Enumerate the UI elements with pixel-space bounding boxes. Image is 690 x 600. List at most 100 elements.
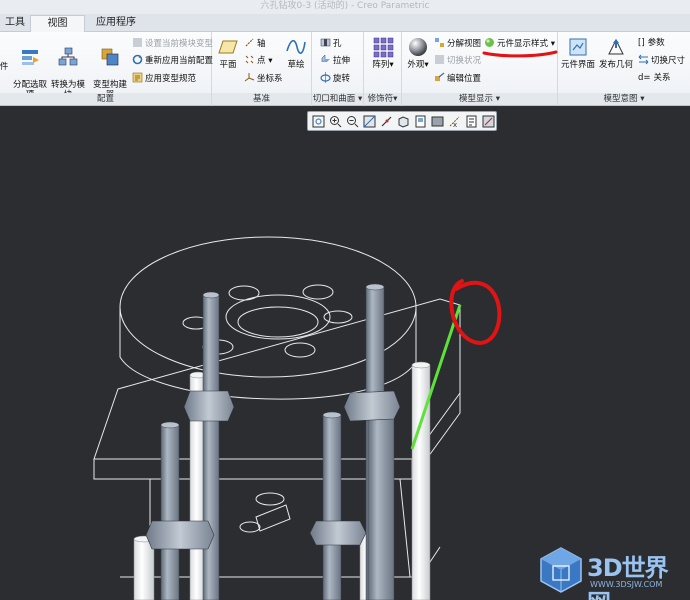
- view-toolbar: x: [307, 111, 497, 131]
- datum-axis-button[interactable]: 轴: [244, 37, 266, 50]
- edit-position-icon: [435, 72, 445, 81]
- tab-applications[interactable]: 应用程序: [85, 15, 147, 32]
- group-model-intent: 元件界面 发布几何 [] 参数 切换尺寸 d= 关系 模型意图 ▾: [558, 32, 690, 106]
- group-intent-text: 模型意图: [603, 94, 638, 104]
- watermark-cube-logo: [540, 547, 582, 593]
- appearance-sphere-icon: [409, 38, 427, 56]
- relations-button[interactable]: d= 关系: [638, 72, 671, 85]
- pattern-label: 阵列: [372, 60, 390, 70]
- datum-axis-label: 轴: [257, 39, 266, 49]
- relations-icon: d=: [638, 73, 651, 83]
- group-intent-label: 模型意图 ▾: [558, 93, 690, 105]
- convert-to-module-button[interactable]: 转换为模 块: [50, 36, 86, 100]
- switch-dimensions-button[interactable]: 切换尺寸: [638, 54, 685, 67]
- datum-display-icon[interactable]: x: [448, 115, 461, 128]
- explode-view-label: 分解视图: [447, 39, 482, 49]
- group-config-label: 配置: [0, 93, 211, 105]
- edit-position-label: 编辑位置: [447, 74, 482, 84]
- saved-views-icon[interactable]: [414, 115, 427, 128]
- extrude-button[interactable]: 拉伸: [320, 54, 350, 67]
- apply-variant-spec-button[interactable]: 应用变型规范: [132, 72, 196, 85]
- zoom-out-icon[interactable]: [346, 115, 359, 128]
- extrude-icon: [321, 54, 330, 62]
- pattern-button[interactable]: 阵列▾: [368, 36, 398, 70]
- reapply-icon: [132, 54, 143, 65]
- group-config: 件 分配选取 项 转换为模 块 变型构建 器 设置当前模块变型 重新应用当前配置…: [0, 32, 213, 106]
- group-modifiers: 阵列▾ 修饰符▾: [364, 32, 402, 106]
- chevron-down-icon: ▾: [393, 94, 398, 104]
- set-module-variant-button[interactable]: 设置当前模块变型: [132, 37, 213, 50]
- datum-plane-label: 平面: [219, 60, 237, 70]
- apply-variant-spec-label: 应用变型规范: [145, 74, 197, 84]
- group-modifiers-text: 修饰符: [367, 94, 394, 104]
- assembly-model-wireframe: [93, 236, 502, 600]
- group-datum: 平面 轴 点 ▾ 坐标系 草绘 基准: [212, 32, 312, 106]
- annotation-display-icon[interactable]: [465, 115, 478, 128]
- repaint-icon[interactable]: [363, 115, 376, 128]
- chevron-down-icon: ▾: [355, 94, 363, 104]
- refit-icon[interactable]: [312, 115, 325, 128]
- svg-text:x: x: [453, 121, 457, 128]
- window-title: 六孔钻攻0-3 (活动的) - Creo Parametric: [0, 0, 690, 14]
- chevron-down-icon: ▾: [389, 60, 394, 70]
- chevron-down-icon: ▾: [493, 94, 500, 104]
- spin-center-toggle-icon[interactable]: [482, 115, 495, 128]
- group-display-text: 模型显示: [459, 94, 494, 104]
- watermark-text: 3D世界网: [587, 554, 669, 600]
- csys-icon: [244, 73, 255, 82]
- toggle-status-button[interactable]: 切换状况: [434, 54, 481, 67]
- axis-icon: [245, 38, 254, 47]
- view-manager-icon[interactable]: [397, 115, 410, 128]
- parameters-label: 参数: [647, 38, 665, 48]
- tab-view[interactable]: 视图: [30, 15, 85, 32]
- group-cuts-label: 切口和曲面 ▾: [312, 93, 363, 105]
- component-interface-label: 元件界面: [560, 60, 595, 70]
- spin-center-icon[interactable]: [380, 115, 393, 128]
- cut-label: 件: [0, 62, 9, 72]
- display-style-icon[interactable]: [431, 115, 444, 128]
- component-interface-button[interactable]: 元件界面: [560, 36, 596, 70]
- group-cuts-text: 切口和曲面: [312, 94, 356, 104]
- datum-csys-button[interactable]: 坐标系: [244, 72, 283, 85]
- appearance-button[interactable]: 外观▾: [404, 36, 432, 70]
- revolve-label: 旋转: [333, 74, 351, 84]
- relations-label: 关系: [653, 73, 671, 83]
- sketch-button[interactable]: 草绘: [282, 36, 310, 70]
- datum-csys-label: 坐标系: [257, 74, 283, 84]
- convert-module-icon: [58, 47, 78, 66]
- zoom-in-icon[interactable]: [329, 115, 342, 128]
- publish-geometry-button[interactable]: 发布几何: [598, 36, 634, 70]
- red-underline-annotation: [482, 50, 558, 58]
- revolve-button[interactable]: 旋转: [320, 72, 350, 85]
- edit-position-button[interactable]: 编辑位置: [434, 72, 481, 85]
- parameters-button[interactable]: [] 参数: [638, 37, 665, 50]
- assign-selection-button[interactable]: 分配选取 项: [12, 36, 48, 100]
- sketch-label: 草绘: [287, 60, 305, 70]
- toggle-status-icon: [435, 55, 444, 64]
- datum-plane-button[interactable]: 平面: [214, 36, 242, 70]
- watermark: 3D世界网 WWW.3DSJW.COM: [532, 544, 690, 600]
- switch-dims-icon: [638, 54, 649, 65]
- reapply-config-label: 重新应用当前配置: [145, 56, 214, 66]
- assign-selection-icon: [22, 50, 39, 65]
- hole-icon: [320, 38, 331, 47]
- hole-button[interactable]: 孔: [320, 37, 342, 50]
- reapply-config-button[interactable]: 重新应用当前配置: [132, 54, 213, 67]
- module-variant-icon: [133, 38, 142, 47]
- chevron-down-icon: ▾: [265, 56, 273, 66]
- watermark-url: WWW.3DSJW.COM: [590, 580, 663, 589]
- hole-label: 孔: [333, 39, 342, 49]
- extrude-label: 拉伸: [333, 56, 351, 66]
- tab-tools[interactable]: 工具: [0, 15, 30, 32]
- publish-geometry-label: 发布几何: [598, 60, 633, 70]
- explode-view-button[interactable]: 分解视图: [434, 37, 481, 50]
- switch-dims-label: 切换尺寸: [651, 56, 686, 66]
- component-interface-icon: [569, 38, 587, 56]
- chevron-down-icon: ▾: [424, 60, 429, 70]
- variant-builder-icon: [101, 48, 119, 66]
- revolve-icon: [320, 72, 331, 83]
- plane-icon: [218, 40, 238, 54]
- variant-builder-button[interactable]: 变型构建 器: [92, 36, 128, 100]
- cut-button[interactable]: 件: [0, 62, 10, 72]
- datum-point-button[interactable]: 点 ▾: [244, 54, 272, 67]
